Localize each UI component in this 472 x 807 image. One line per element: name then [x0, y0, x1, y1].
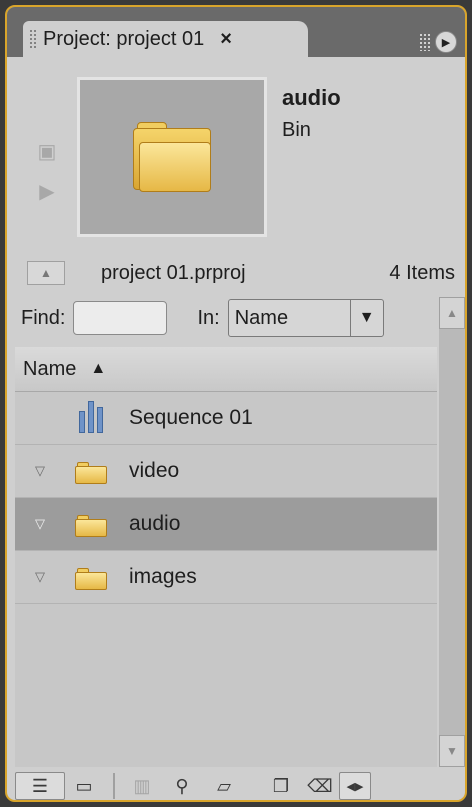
vertical-scrollbar[interactable]: ▲ ▼ — [439, 297, 465, 767]
drag-grip-icon[interactable] — [29, 29, 37, 49]
in-dropdown-value: Name — [234, 306, 289, 329]
item-count: 4 Items — [389, 261, 455, 284]
automate-to-sequence-button[interactable]: ▥ — [125, 773, 159, 799]
list-item[interactable]: ▽ images — [15, 551, 437, 604]
folder-icon — [75, 458, 109, 484]
preview-side-controls: ▣ ▶ — [29, 137, 69, 217]
new-item-button[interactable]: ❐ — [261, 773, 301, 799]
delete-icon[interactable]: ⌫ — [305, 773, 335, 799]
disclosure-triangle-icon[interactable]: ▽ — [35, 569, 55, 585]
tab-project[interactable]: Project: project 01 × — [23, 21, 308, 57]
sequence-icon — [75, 401, 109, 433]
new-bin-button[interactable]: ▱ — [205, 773, 243, 799]
find-row: Find: In: Name ▼ — [21, 297, 425, 339]
close-tab-icon[interactable]: × — [220, 28, 232, 51]
project-panel: Project: project 01 × ▶ ▣ ▶ audio Bin ▲ … — [5, 5, 467, 802]
poster-frame-icon[interactable]: ▣ — [29, 137, 65, 165]
preview-item-name: audio — [282, 85, 341, 110]
list-item-label: images — [129, 565, 197, 588]
list-item-label: audio — [129, 512, 181, 535]
play-icon[interactable]: ▶ — [29, 177, 65, 205]
list-item[interactable]: Sequence 01 — [15, 392, 437, 445]
folder-icon — [75, 511, 109, 537]
in-label: In: — [197, 306, 220, 329]
scroll-down-icon[interactable]: ▼ — [439, 735, 465, 767]
panel-tab-bar: Project: project 01 × ▶ — [7, 7, 465, 57]
disclosure-triangle-icon[interactable]: ▽ — [35, 463, 55, 479]
list-item[interactable]: ▽ audio — [15, 498, 437, 551]
preview-item-type: Bin — [282, 119, 311, 141]
list-item[interactable]: ▽ video — [15, 445, 437, 498]
list-item-label: Sequence 01 — [129, 406, 253, 429]
folder-icon — [133, 122, 211, 192]
in-dropdown[interactable]: Name ▼ — [227, 299, 384, 337]
project-stats: ▲ project 01.prproj 4 Items — [27, 257, 455, 289]
panel-menu-button[interactable]: ▶ — [435, 31, 457, 53]
find-label: Find: — [21, 306, 66, 329]
toolbar-divider — [113, 773, 115, 799]
project-item-list: Name ▲ Sequence 01 ▽ video ▽ audio ▽ ima… — [15, 347, 437, 767]
bottom-toolbar: ☰ ▭ ▥ ⚲ ▱ ❐ ⌫ ◀▶ — [15, 771, 461, 800]
scroll-nav-button[interactable]: ◀▶ — [339, 772, 371, 800]
list-item-label: video — [129, 459, 180, 482]
scroll-up-icon[interactable]: ▲ — [439, 297, 465, 329]
disclosure-triangle-icon[interactable]: ▽ — [35, 516, 55, 532]
panel-grip-icon[interactable] — [419, 33, 431, 51]
tab-title: Project: project 01 — [43, 27, 205, 50]
sort-ascending-icon[interactable]: ▲ — [90, 360, 106, 378]
preview-thumbnail — [77, 77, 267, 237]
find-button[interactable]: ⚲ — [163, 773, 201, 799]
chevron-down-icon[interactable]: ▼ — [349, 300, 383, 336]
icon-view-button[interactable]: ▭ — [69, 773, 99, 799]
project-filename: project 01.prproj — [101, 261, 246, 284]
column-header-label: Name — [23, 357, 77, 380]
folder-icon — [75, 564, 109, 590]
find-input[interactable] — [73, 301, 168, 335]
parent-bin-button[interactable]: ▲ — [27, 261, 65, 285]
column-header-name[interactable]: Name ▲ — [15, 347, 437, 392]
list-view-button[interactable]: ☰ — [15, 772, 65, 800]
